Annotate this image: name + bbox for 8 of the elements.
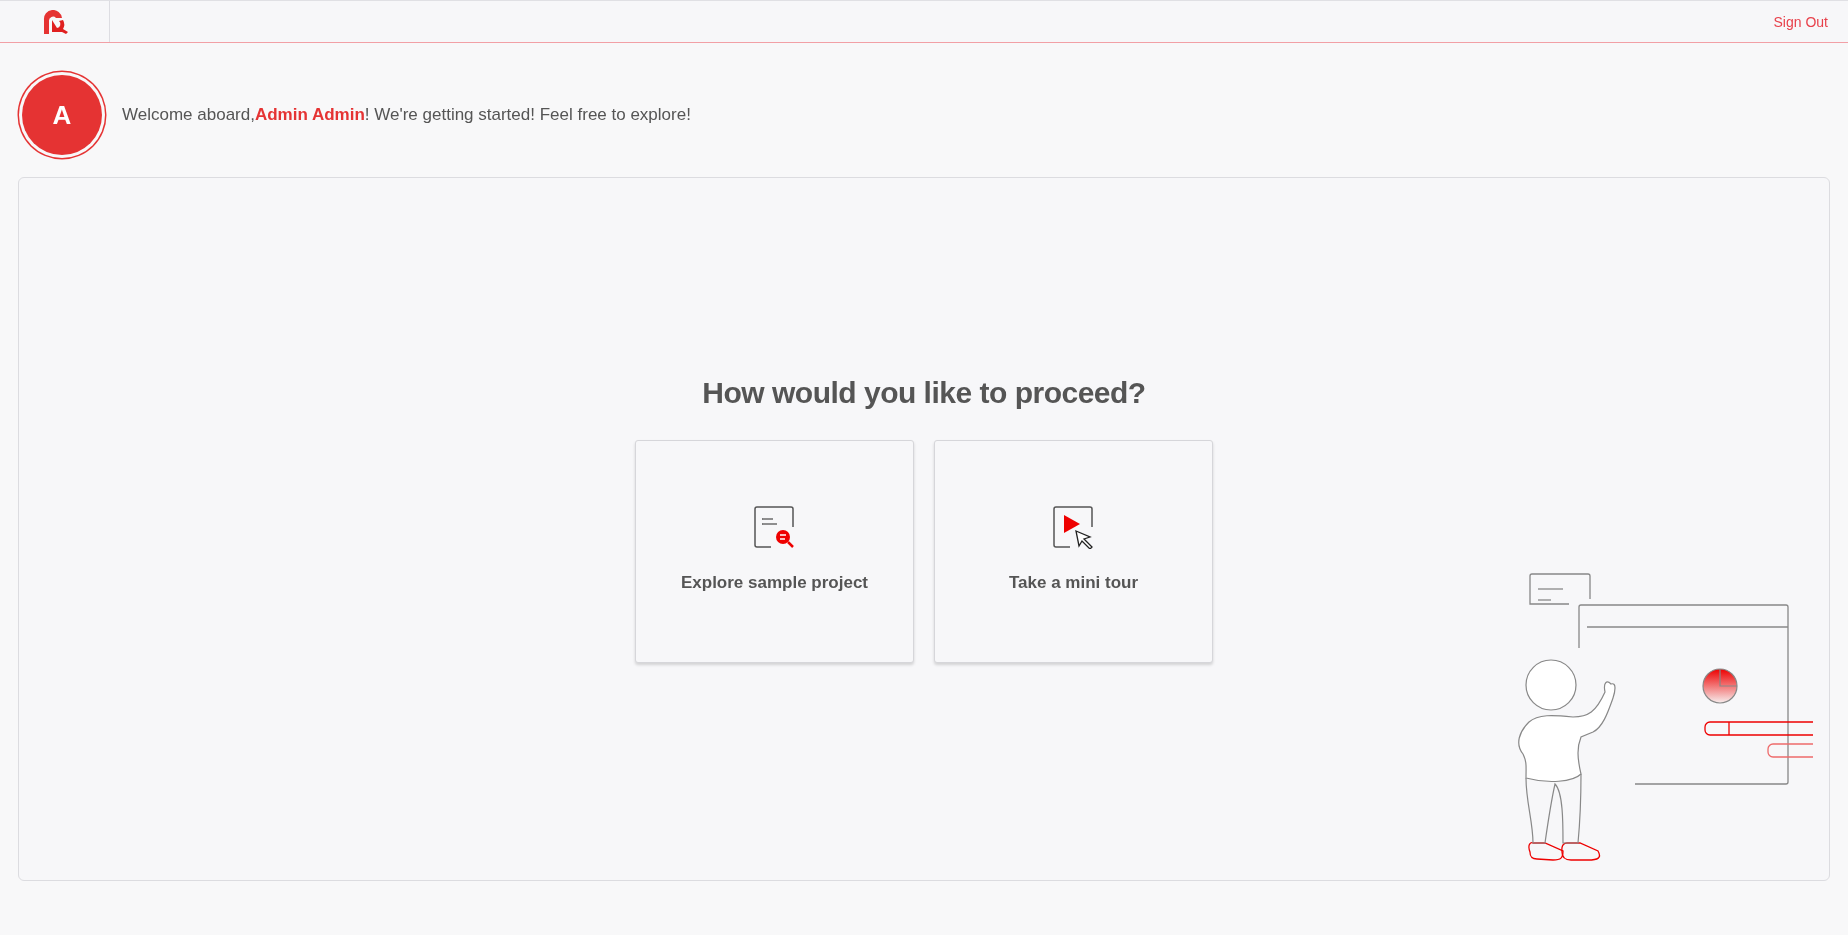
logo-icon[interactable] (41, 9, 68, 34)
option-card[interactable]: Take a mini tour (934, 440, 1213, 663)
play-cursor-icon (1051, 505, 1096, 549)
option-card[interactable]: Explore sample project (635, 440, 914, 663)
document-search-icon (752, 505, 797, 549)
sign-out-link[interactable]: Sign Out (1773, 13, 1828, 30)
proceed-heading: How would you like to proceed? (702, 376, 1146, 410)
welcome-message: Welcome aboard,Admin Admin! We're getting started! Feel free to explore! (122, 105, 691, 125)
